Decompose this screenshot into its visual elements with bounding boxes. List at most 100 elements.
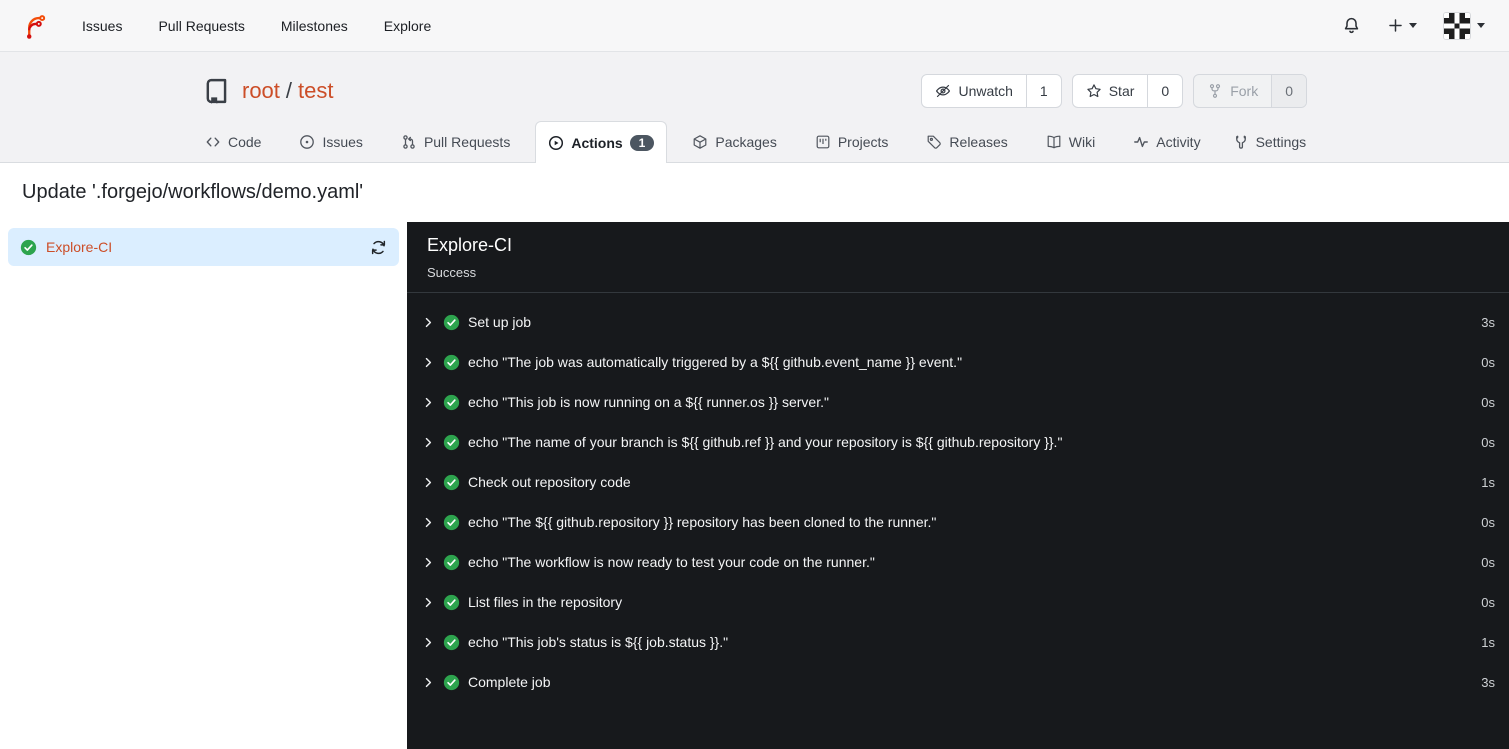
nav-item-issues[interactable]: Issues	[64, 10, 140, 42]
step-row[interactable]: List files in the repository 0s	[422, 582, 1495, 622]
top-navbar: Issues Pull Requests Milestones Explore	[0, 0, 1509, 52]
chevron-right-icon[interactable]	[422, 316, 435, 329]
step-name: echo "The name of your branch is ${{ git…	[468, 434, 1063, 450]
plus-icon	[1389, 19, 1402, 32]
code-icon	[205, 134, 221, 150]
tab-label: Actions	[571, 134, 623, 151]
star-label: Star	[1108, 82, 1135, 99]
repo-book-icon	[202, 76, 232, 106]
success-check-icon	[443, 314, 460, 331]
notifications-bell-icon[interactable]	[1342, 16, 1361, 35]
nav-item-explore[interactable]: Explore	[366, 10, 449, 42]
step-row[interactable]: echo "The name of your branch is ${{ git…	[422, 422, 1495, 462]
chevron-right-icon[interactable]	[422, 356, 435, 369]
step-row[interactable]: echo "The job was automatically triggere…	[422, 342, 1495, 382]
pulse-icon	[1133, 134, 1149, 150]
chevron-down-icon	[1477, 23, 1485, 28]
fork-label: Fork	[1230, 82, 1259, 99]
repo-action-buttons: Unwatch 1 Star 0 Fork 0	[921, 73, 1307, 108]
step-row[interactable]: echo "The ${{ github.repository }} repos…	[422, 502, 1495, 542]
tab-actions[interactable]: Actions 1	[535, 121, 668, 163]
step-row[interactable]: echo "The workflow is now ready to test …	[422, 542, 1495, 582]
nav-item-pull-requests[interactable]: Pull Requests	[140, 10, 262, 42]
success-check-icon	[443, 474, 460, 491]
step-duration: 3s	[1481, 314, 1495, 330]
forgejo-logo-icon[interactable]	[22, 12, 50, 40]
tab-pull-requests[interactable]: Pull Requests	[388, 121, 523, 162]
tab-label: Releases	[949, 134, 1008, 150]
star-button[interactable]: Star 0	[1071, 73, 1184, 108]
chevron-right-icon[interactable]	[422, 676, 435, 689]
chevron-right-icon[interactable]	[422, 516, 435, 529]
unwatch-label: Unwatch	[958, 82, 1013, 99]
success-check-icon	[443, 434, 460, 451]
tab-label: Activity	[1156, 134, 1201, 150]
tag-icon	[926, 134, 942, 150]
chevron-right-icon[interactable]	[422, 436, 435, 449]
step-row[interactable]: echo "This job is now running on a ${{ r…	[422, 382, 1495, 422]
eye-off-icon	[935, 83, 951, 99]
star-icon	[1086, 83, 1102, 99]
step-duration: 0s	[1481, 514, 1495, 530]
run-title-bar: Update '.forgejo/workflows/demo.yaml'	[0, 163, 1509, 222]
step-name: List files in the repository	[468, 594, 623, 610]
step-duration: 0s	[1481, 354, 1495, 370]
play-circle-icon	[548, 135, 564, 151]
step-duration: 1s	[1481, 474, 1495, 490]
step-row[interactable]: Complete job 3s	[422, 662, 1495, 702]
tab-label: Projects	[837, 134, 889, 150]
git-fork-icon	[1207, 83, 1223, 99]
actions-count-badge: 1	[629, 134, 655, 151]
create-new-menu[interactable]	[1387, 17, 1417, 34]
job-panel-header: Explore-CI Success	[407, 222, 1509, 293]
project-board-icon	[815, 134, 831, 150]
step-duration: 0s	[1481, 554, 1495, 570]
step-name: Check out repository code	[468, 474, 631, 490]
tab-packages[interactable]: Packages	[679, 121, 789, 162]
step-row[interactable]: Set up job 3s	[422, 302, 1495, 342]
main-nav: Issues Pull Requests Milestones Explore	[64, 10, 449, 42]
step-name: echo "The job was automatically triggere…	[468, 354, 963, 370]
success-check-icon	[443, 554, 460, 571]
success-check-icon	[443, 594, 460, 611]
chevron-right-icon[interactable]	[422, 636, 435, 649]
chevron-right-icon[interactable]	[422, 556, 435, 569]
tab-settings[interactable]: Settings	[1220, 121, 1320, 162]
jobs-sidebar: Explore-CI	[0, 222, 407, 749]
success-check-icon	[443, 634, 460, 651]
tab-activity[interactable]: Activity	[1120, 121, 1213, 162]
refresh-icon[interactable]	[370, 239, 387, 256]
step-row[interactable]: echo "This job's status is ${{ job.statu…	[422, 622, 1495, 662]
step-name: Complete job	[468, 674, 551, 690]
step-row[interactable]: Check out repository code 1s	[422, 462, 1495, 502]
success-check-icon	[443, 674, 460, 691]
repo-breadcrumb: root / test	[242, 78, 334, 104]
nav-item-milestones[interactable]: Milestones	[263, 10, 366, 42]
package-icon	[692, 134, 708, 150]
chevron-right-icon[interactable]	[422, 396, 435, 409]
tab-wiki[interactable]: Wiki	[1033, 121, 1108, 162]
repo-separator: /	[285, 77, 293, 103]
repo-name-link[interactable]: test	[298, 78, 333, 104]
chevron-right-icon[interactable]	[422, 596, 435, 609]
tab-code[interactable]: Code	[192, 121, 274, 162]
tab-issues[interactable]: Issues	[286, 121, 375, 162]
step-name: echo "This job's status is ${{ job.statu…	[468, 634, 729, 650]
tab-label: Settings	[1255, 134, 1307, 150]
unwatch-button[interactable]: Unwatch 1	[921, 73, 1062, 108]
user-menu[interactable]	[1443, 11, 1485, 40]
tab-projects[interactable]: Projects	[802, 121, 902, 162]
job-status-text: Success	[427, 265, 477, 280]
tab-releases[interactable]: Releases	[913, 121, 1020, 162]
star-count[interactable]: 0	[1147, 74, 1182, 107]
chevron-down-icon	[1409, 23, 1417, 28]
step-name: echo "The ${{ github.repository }} repos…	[468, 514, 937, 530]
success-check-icon	[443, 394, 460, 411]
repo-owner-link[interactable]: root	[242, 78, 280, 104]
tab-label: Wiki	[1068, 134, 1096, 150]
watch-count[interactable]: 1	[1025, 74, 1061, 107]
step-name: echo "The workflow is now ready to test …	[468, 554, 875, 570]
job-list-item[interactable]: Explore-CI	[8, 228, 399, 266]
chevron-right-icon[interactable]	[422, 476, 435, 489]
git-pull-request-icon	[401, 134, 417, 150]
